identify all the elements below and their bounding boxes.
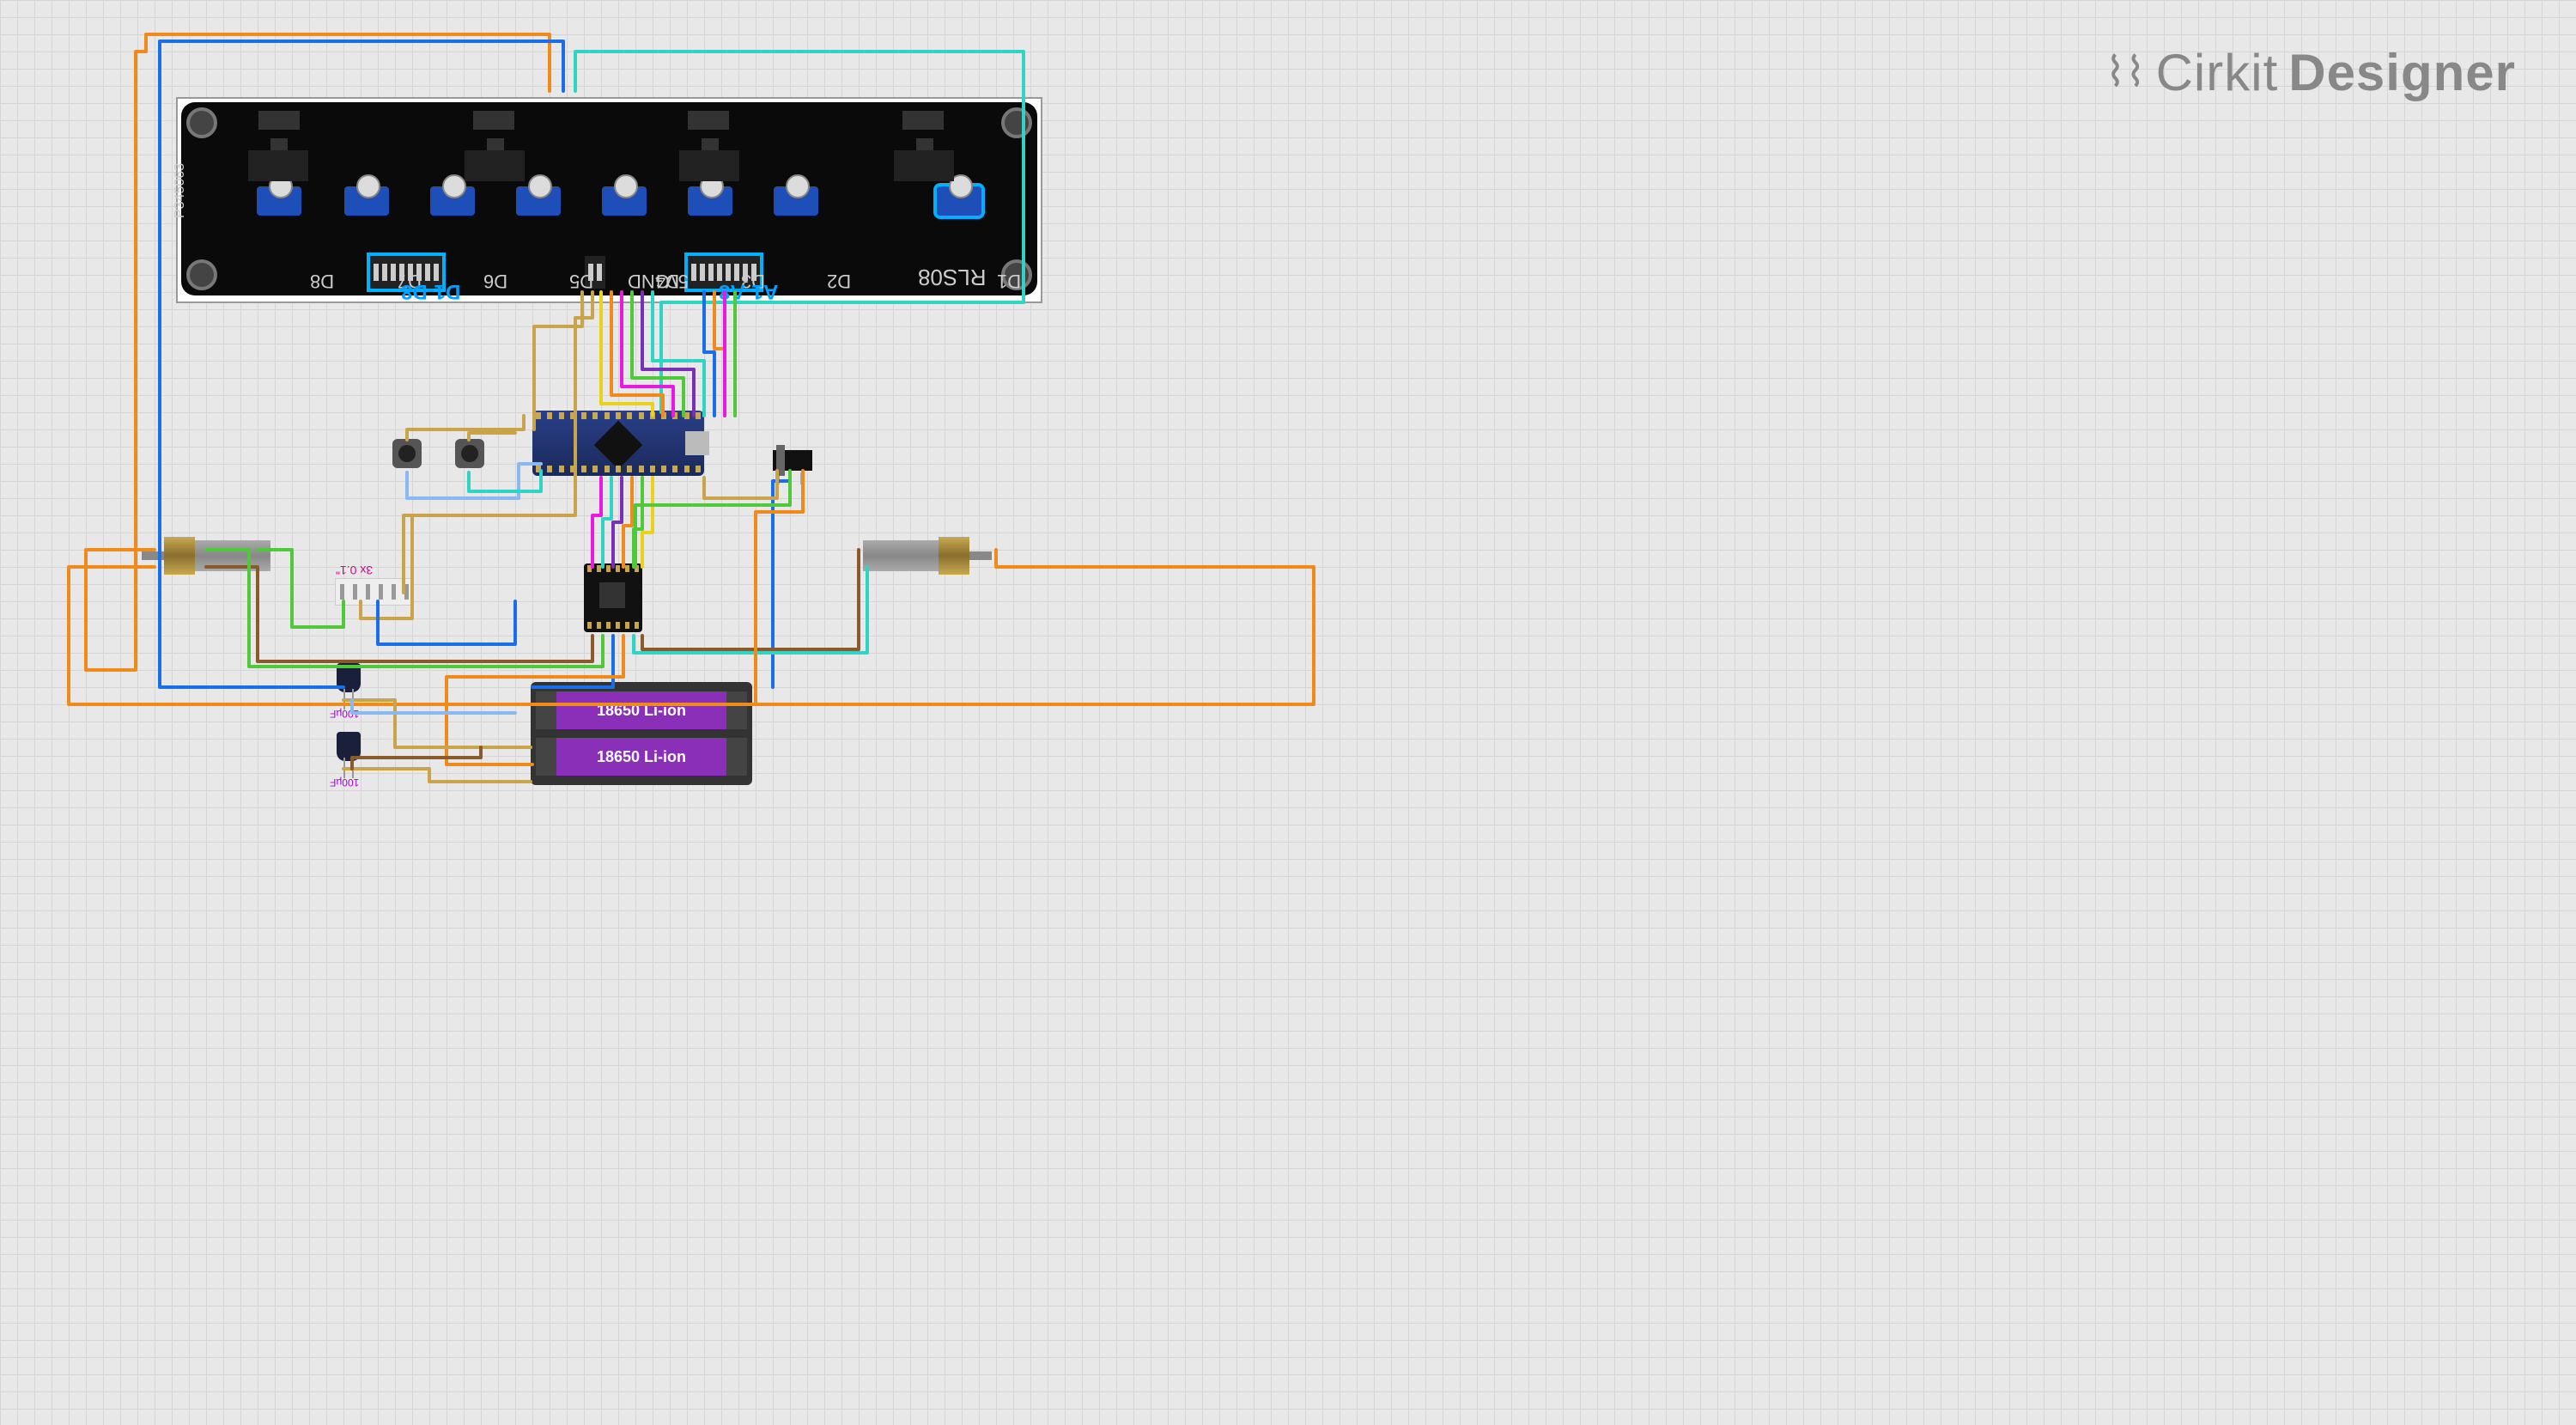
motor-driver[interactable] (584, 563, 642, 632)
pot-label: D1 (997, 270, 1021, 292)
model-label: RLS08 (918, 264, 987, 290)
arduino-nano[interactable] (532, 411, 704, 476)
pin-row-top[interactable] (536, 412, 701, 421)
motor-shaft-icon (142, 551, 164, 560)
capacitor-1[interactable]: 100µF (337, 663, 361, 706)
motor-gearbox-icon (939, 537, 969, 575)
mcu-chip-icon (594, 421, 643, 470)
pot-label: D8 (310, 270, 334, 292)
pot-label: D6 (483, 270, 507, 292)
sensor-array-pcb: P345063 (181, 102, 1037, 295)
battery-cell: 18650 Li-ion (536, 691, 747, 729)
trimpot-d7[interactable] (344, 186, 389, 216)
battery-pack[interactable]: 18650 Li-ion 18650 Li-ion (531, 682, 752, 785)
ic-icon (688, 111, 729, 130)
driver-ic-icon (599, 582, 625, 608)
motor-left[interactable] (142, 537, 270, 575)
usb-port-icon (685, 431, 709, 455)
cap-body-icon (337, 663, 361, 692)
trimpot-d6[interactable] (430, 186, 475, 216)
sensor-array-rls08[interactable]: P345063 (176, 97, 1042, 303)
motor-right[interactable] (863, 537, 992, 575)
5v-label: 5V (665, 270, 689, 292)
pushbutton-right[interactable] (455, 439, 484, 468)
mount-hole-icon (1001, 107, 1032, 138)
gnd-label: GND (628, 270, 670, 292)
ic-icon (473, 111, 514, 130)
ic-icon (465, 150, 525, 181)
motor-gearbox-icon (164, 537, 194, 575)
ic-icon (902, 111, 944, 130)
pin-header-strip[interactable]: 3x 0.1" (335, 578, 414, 606)
slide-switch[interactable] (773, 450, 812, 471)
trimpot-d8[interactable] (257, 186, 301, 216)
pot-label: D5 (569, 270, 593, 292)
motor-body-icon (863, 540, 939, 571)
ic-icon (248, 150, 308, 181)
cap-label: 100µF (330, 776, 359, 789)
digital-header-label: D1-D8 (401, 279, 460, 303)
pot-label: D2 (827, 270, 851, 292)
watermark: ⌇⌇ Cirkit Designer (2105, 43, 2516, 102)
header-strip-label: 3x 0.1" (336, 563, 373, 577)
motor-shaft-icon (969, 551, 992, 560)
trimpot-d2[interactable] (774, 186, 818, 216)
battery-cell: 18650 Li-ion (536, 738, 747, 776)
analog-header-label: A1-A8 (719, 279, 778, 303)
cap-body-icon (337, 732, 361, 761)
capacitor-2[interactable]: 100µF (337, 732, 361, 775)
motor-body-icon (195, 540, 270, 571)
trimpot-d5[interactable] (516, 186, 561, 216)
mount-hole-icon (186, 259, 217, 290)
brand-name-bold: Designer (2288, 43, 2516, 102)
pushbutton-left[interactable] (392, 439, 422, 468)
brand-name-light: Cirkit (2156, 43, 2279, 102)
pin-row-bottom[interactable] (536, 466, 701, 474)
schematic-canvas[interactable]: ⌇⌇ Cirkit Designer P345063 (0, 0, 2576, 1425)
ic-icon (679, 150, 739, 181)
ic-icon (894, 150, 954, 181)
cap-label: 100µF (330, 708, 359, 720)
trimpot-d3[interactable] (688, 186, 732, 216)
trimpot-d1[interactable] (937, 186, 981, 216)
trimpot-d4[interactable] (602, 186, 647, 216)
cirkit-logo-icon: ⌇⌇ (2105, 52, 2146, 94)
ic-icon (258, 111, 300, 130)
pcb-side-label: P345063 (173, 163, 188, 218)
mount-hole-icon (186, 107, 217, 138)
